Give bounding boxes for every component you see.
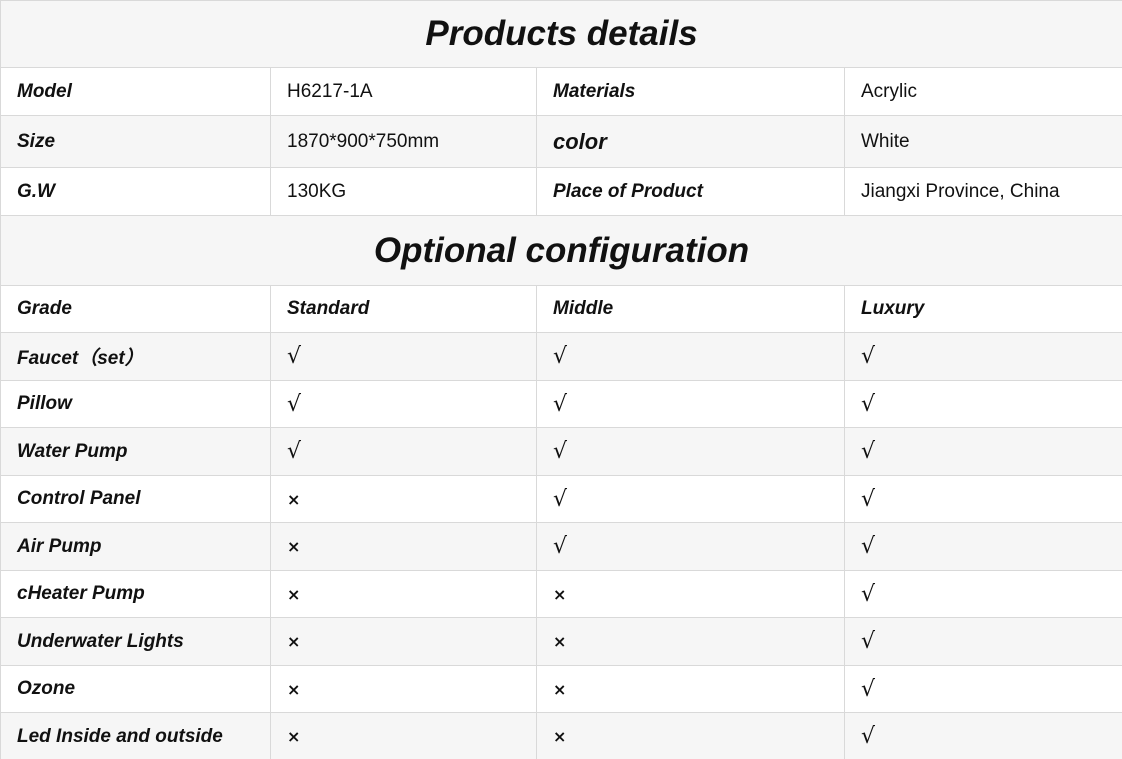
details-label: G.W (0, 167, 271, 216)
details-label: Size (0, 115, 271, 168)
feature-name: Led Inside and outside (0, 712, 271, 759)
feature-name: Air Pump (0, 522, 271, 571)
cross-mark-icon: × (270, 617, 537, 666)
check-mark-icon: √ (843, 617, 1122, 666)
config-row: Underwater Lights × × √ (0, 617, 1122, 666)
cross-mark-icon: × (270, 475, 537, 523)
details-value: 130KG (270, 167, 537, 216)
cross-mark-icon: × (270, 712, 537, 759)
column-header-luxury: Luxury (843, 285, 1122, 333)
config-row: Faucet（set） √ √ √ (0, 332, 1122, 381)
check-mark-icon: √ (536, 380, 845, 428)
details-label: Model (0, 67, 271, 116)
check-mark-icon: √ (843, 712, 1122, 759)
config-row: cHeater Pump × × √ (0, 570, 1122, 618)
check-mark-icon: √ (843, 665, 1122, 713)
details-value: Acrylic (843, 67, 1122, 116)
column-header-middle: Middle (536, 285, 845, 333)
check-mark-icon: √ (843, 427, 1122, 476)
check-mark-icon: √ (843, 380, 1122, 428)
config-row: Water Pump √ √ √ (0, 427, 1122, 476)
details-title-row: Products details (0, 0, 1122, 68)
check-mark-icon: √ (536, 427, 845, 476)
check-mark-icon: √ (270, 380, 537, 428)
cross-mark-icon: × (536, 570, 845, 618)
feature-name: Water Pump (0, 427, 271, 476)
check-mark-icon: √ (536, 332, 845, 381)
feature-name: Pillow (0, 380, 271, 428)
check-mark-icon: √ (843, 522, 1122, 571)
check-mark-icon: √ (536, 522, 845, 571)
config-header-row: Grade Standard Middle Luxury (0, 285, 1122, 333)
feature-name: Ozone (0, 665, 271, 713)
check-mark-icon: √ (843, 570, 1122, 618)
details-row: G.W 130KG Place of Product Jiangxi Provi… (0, 167, 1122, 216)
details-value: 1870*900*750mm (270, 115, 537, 168)
feature-name: Control Panel (0, 475, 271, 523)
config-row: Ozone × × √ (0, 665, 1122, 713)
check-mark-icon: √ (843, 475, 1122, 523)
details-title: Products details (0, 0, 1122, 68)
config-row: Control Panel × √ √ (0, 475, 1122, 523)
check-mark-icon: √ (270, 427, 537, 476)
cross-mark-icon: × (270, 665, 537, 713)
config-row: Air Pump × √ √ (0, 522, 1122, 571)
details-value: Jiangxi Province, China (843, 167, 1122, 216)
cross-mark-icon: × (270, 522, 537, 571)
details-label: Materials (536, 67, 845, 116)
feature-name: Faucet（set） (0, 332, 271, 381)
details-row: Size 1870*900*750mm color White (0, 115, 1122, 168)
feature-name: cHeater Pump (0, 570, 271, 618)
column-header-grade: Grade (0, 285, 271, 333)
check-mark-icon: √ (536, 475, 845, 523)
product-spec-table: Products details Model H6217-1A Material… (0, 0, 1122, 759)
config-title: Optional configuration (0, 215, 1122, 286)
cross-mark-icon: × (536, 712, 845, 759)
config-row: Led Inside and outside × × √ (0, 712, 1122, 759)
check-mark-icon: √ (270, 332, 537, 381)
check-mark-icon: √ (843, 332, 1122, 381)
cross-mark-icon: × (270, 570, 537, 618)
cross-mark-icon: × (536, 665, 845, 713)
details-row: Model H6217-1A Materials Acrylic (0, 67, 1122, 116)
feature-name: Underwater Lights (0, 617, 271, 666)
config-title-row: Optional configuration (0, 215, 1122, 286)
config-row: Pillow √ √ √ (0, 380, 1122, 428)
details-label: Place of Product (536, 167, 845, 216)
details-value: White (843, 115, 1122, 168)
details-label: color (536, 115, 845, 168)
column-header-standard: Standard (270, 285, 537, 333)
cross-mark-icon: × (536, 617, 845, 666)
details-value: H6217-1A (270, 67, 537, 116)
